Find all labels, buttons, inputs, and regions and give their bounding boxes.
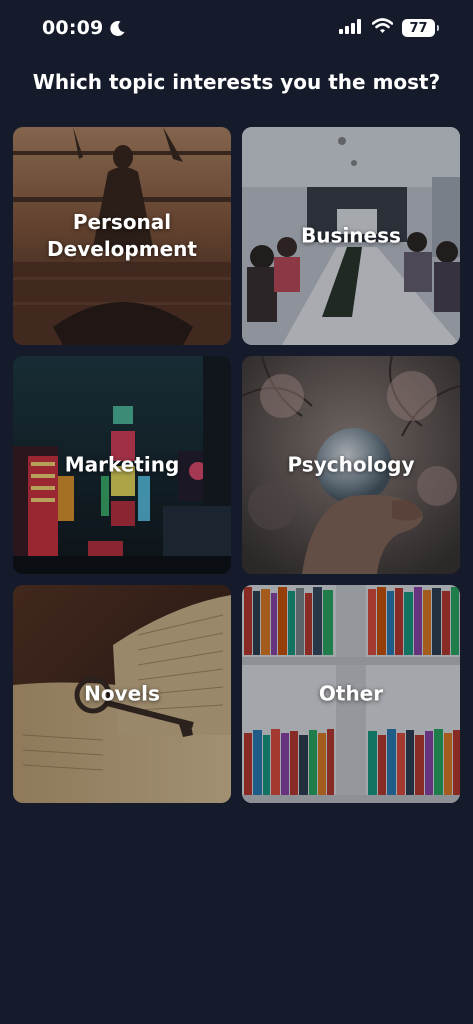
topic-card-business[interactable]: Business [242,127,460,345]
moon-icon [109,20,126,37]
signal-icon [339,18,363,38]
page-title: Which topic interests you the most? [32,70,441,94]
topic-card-other[interactable]: Other [242,585,460,803]
topic-label: Marketing [64,452,180,477]
topic-card-psychology[interactable]: Psychology [242,356,460,574]
topic-selection-screen: 00:09 77 Which topic interests you the m… [0,0,473,1024]
status-bar: 00:09 77 [0,0,473,56]
topic-label: Other [318,681,384,706]
topic-label: Business [301,223,401,248]
battery-icon: 77 [402,19,439,37]
topic-label: Psychology [287,452,415,477]
wifi-icon [371,18,394,38]
status-icons: 77 [339,18,439,38]
topic-label: Novels [84,681,160,706]
topic-card-personal-development[interactable]: Personal Development [13,127,231,345]
topic-label: Personal Development [47,210,197,261]
topic-card-novels[interactable]: Novels [13,585,231,803]
battery-level: 77 [409,20,428,36]
topic-card-marketing[interactable]: Marketing [13,356,231,574]
time-text: 00:09 [42,17,104,39]
topic-grid: Personal Development Business Marketing … [13,127,460,803]
status-time: 00:09 [42,17,126,39]
